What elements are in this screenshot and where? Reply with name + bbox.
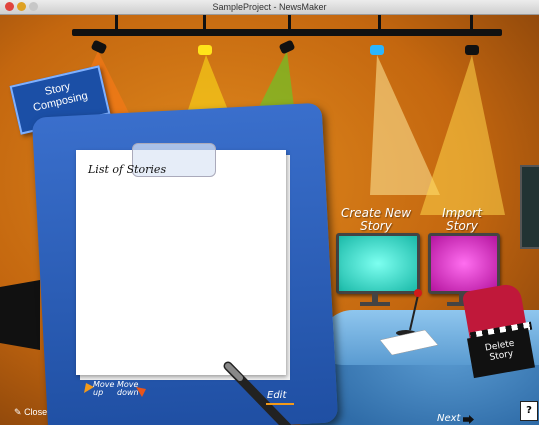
app-window: SampleProject - NewsMaker Story Composin… <box>0 0 539 425</box>
spotlight-lamp <box>198 45 212 55</box>
move-up-button[interactable]: Move up <box>93 381 114 397</box>
desk-props <box>380 289 439 355</box>
spotlight-lamp <box>370 45 384 55</box>
rail-rod <box>378 15 381 31</box>
rail-rod <box>203 15 206 31</box>
story-list[interactable] <box>86 183 276 363</box>
close-label: Close <box>24 407 48 417</box>
create-story-line-2: Story <box>360 219 392 233</box>
list-of-stories-title: List of Stories <box>88 163 167 176</box>
move-down-line-2: down <box>117 388 139 397</box>
move-down-button[interactable]: Move down <box>117 381 139 397</box>
next-button[interactable]: Next <box>437 413 460 424</box>
import-story-line-2: Story <box>446 219 478 233</box>
rail-rod <box>115 15 118 31</box>
lighting-rail <box>72 29 502 36</box>
close-icon: ✎ <box>14 407 22 417</box>
import-story-label[interactable]: Import Story <box>428 207 496 233</box>
spotlight-lamp <box>465 45 479 55</box>
studio-scene: Story Composing Create New Story Import … <box>0 15 539 425</box>
edit-button[interactable]: Edit <box>267 390 286 401</box>
zoom-window-button[interactable] <box>29 2 38 11</box>
title-bar: SampleProject - NewsMaker <box>0 0 539 15</box>
edit-underline <box>266 403 294 405</box>
rail-rod <box>288 15 291 31</box>
minimize-window-button[interactable] <box>17 2 26 11</box>
help-icon[interactable]: ? <box>520 401 538 421</box>
move-up-line-2: up <box>93 388 104 397</box>
rail-rod <box>470 15 473 31</box>
pen-icon <box>223 361 292 425</box>
close-window-button[interactable] <box>5 2 14 11</box>
window-title: SampleProject - NewsMaker <box>212 2 327 12</box>
studio-light-left <box>0 280 40 350</box>
close-button[interactable]: ✎ Close <box>14 407 47 418</box>
side-screen <box>520 165 539 249</box>
create-new-story-label[interactable]: Create New Story <box>336 207 416 233</box>
